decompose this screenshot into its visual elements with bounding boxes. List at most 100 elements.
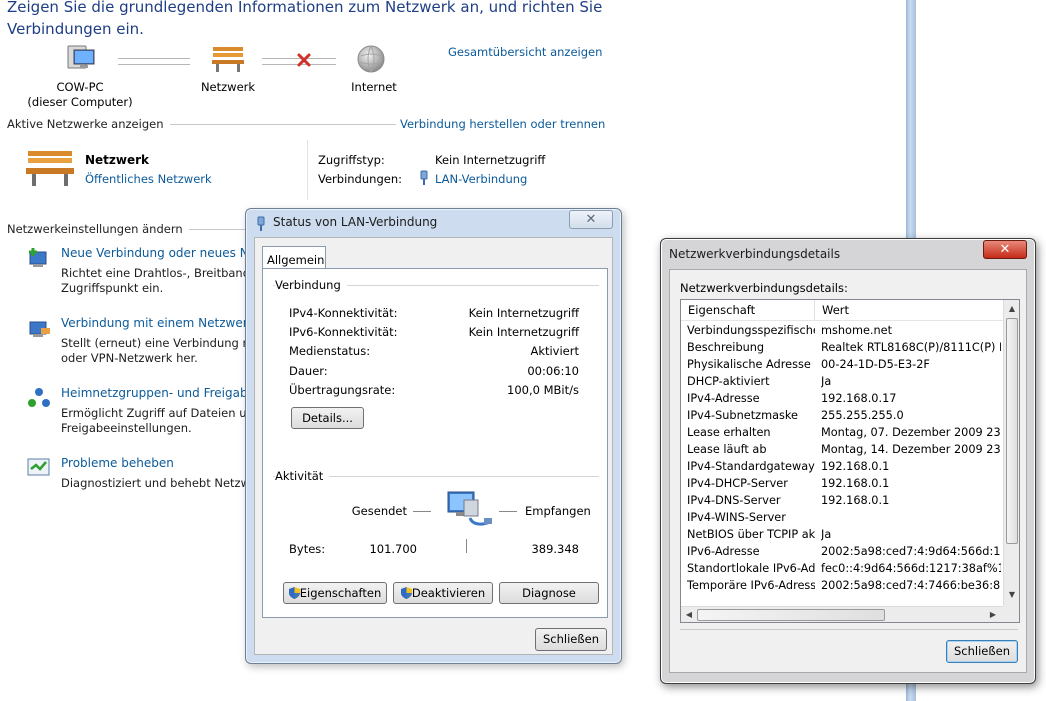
deactivate-button[interactable]: Deaktivieren: [393, 582, 493, 604]
connection-group-label: Verbindung: [275, 278, 347, 292]
table-row[interactable]: IPv4-DHCP-Server 192.168.0.1: [681, 477, 1003, 494]
table-row[interactable]: Standortlokale IPv6-Adr... fec0::4:9d64:5…: [681, 562, 1003, 579]
property-cell: IPv4-WINS-Server: [687, 511, 786, 524]
property-cell: NetBIOS über TCPIP ak...: [687, 528, 815, 541]
property-cell: Lease läuft ab: [687, 443, 767, 456]
properties-button-label: Eigenschaften: [299, 586, 382, 600]
tab-panel: Verbindung IPv4-Konnektivität: Kein Inte…: [262, 268, 608, 618]
table-row[interactable]: IPv4-Adresse 192.168.0.17: [681, 392, 1003, 409]
media-status-value: Aktiviert: [530, 344, 579, 358]
table-row[interactable]: IPv4-Subnetzmaske 255.255.255.0: [681, 409, 1003, 426]
value-cell: mshome.net: [821, 324, 893, 337]
lan-plug-icon: [419, 170, 429, 186]
sent-label: Gesendet: [351, 504, 407, 518]
column-property[interactable]: Eigenschaft: [688, 303, 755, 317]
table-row[interactable]: IPv4-DNS-Server 192.168.0.1: [681, 494, 1003, 511]
property-cell: Physikalische Adresse: [687, 358, 811, 371]
diagnose-button[interactable]: Diagnose: [499, 582, 599, 604]
details-title: Netzwerkverbindungsdetails: [669, 247, 841, 261]
globe-icon: [356, 44, 386, 74]
access-type-value: Kein Internetzugriff: [435, 153, 546, 167]
computer-note: (dieser Computer): [27, 95, 133, 109]
received-line: [499, 511, 517, 512]
scroll-right-arrow-icon[interactable]: ▶: [987, 610, 999, 619]
lan-status-title-icon: [255, 216, 267, 232]
property-cell: IPv4-Standardgateway: [687, 460, 815, 473]
sent-line: [413, 511, 431, 512]
active-networks-label: Aktive Netzwerke anzeigen: [7, 117, 170, 131]
table-row[interactable]: Physikalische Adresse 00-24-1D-D5-E3-2F: [681, 358, 1003, 375]
property-cell: IPv6-Adresse: [687, 545, 760, 558]
table-row[interactable]: DHCP-aktiviert Ja: [681, 375, 1003, 392]
property-cell: Lease erhalten: [687, 426, 771, 439]
lan-connection-link[interactable]: LAN-Verbindung: [435, 172, 527, 186]
vertical-scroll-thumb[interactable]: [1006, 318, 1018, 544]
header-divider: [814, 300, 815, 320]
task-troubleshoot-link[interactable]: Probleme beheben: [61, 456, 174, 470]
properties-button[interactable]: Eigenschaften: [283, 582, 387, 604]
task-connect-network-desc-2: oder VPN-Netzwerk her.: [61, 351, 198, 365]
bytes-divider: [466, 539, 467, 553]
property-cell: Beschreibung: [687, 341, 765, 354]
lan-status-client: Allgemein Verbindung IPv4-Konnektivität:…: [254, 237, 613, 655]
table-row[interactable]: Beschreibung Realtek RTL8168C(P)/8111C(P)…: [681, 341, 1003, 358]
access-type-label: Zugriffstyp:: [318, 153, 385, 167]
table-row[interactable]: IPv4-Standardgateway 192.168.0.1: [681, 460, 1003, 477]
table-row[interactable]: Lease läuft ab Montag, 14. Dezember 2009 …: [681, 443, 1003, 460]
property-cell: Verbindungsspezifisches...: [687, 324, 815, 337]
table-row[interactable]: Temporäre IPv6-Adresse 2002:5a98:ced7:4:7…: [681, 579, 1003, 596]
horizontal-scrollbar[interactable]: ◀ ▶: [681, 606, 1003, 622]
details-close-button[interactable]: Schließen: [946, 640, 1018, 663]
task-new-connection-desc: Richtet eine Drahtlos-, Breitband-, W: [61, 266, 273, 280]
table-row[interactable]: Verbindungsspezifisches... mshome.net: [681, 324, 1003, 341]
table-row[interactable]: Lease erhalten Montag, 07. Dezember 2009 …: [681, 426, 1003, 443]
tab-general[interactable]: Allgemein: [262, 246, 326, 269]
value-cell: 192.168.0.17: [821, 392, 897, 405]
troubleshoot-icon: [27, 457, 51, 479]
scroll-left-arrow-icon[interactable]: ◀: [683, 610, 695, 619]
value-cell: Ja: [821, 375, 832, 388]
column-value[interactable]: Wert: [822, 303, 849, 317]
map-link-line: [118, 58, 190, 65]
value-cell: fec0::4:9d64:566d:1217:38af%1: [821, 562, 1001, 575]
scrollbar-corner: [1003, 606, 1019, 622]
details-rows: Verbindungsspezifisches... mshome.net Bes…: [681, 324, 1003, 606]
network-bench-icon[interactable]: [24, 148, 76, 188]
network-type-link[interactable]: Öffentliches Netzwerk: [85, 172, 212, 186]
task-homegroup-desc: Ermöglicht Zugriff auf Dateien und D: [61, 406, 274, 420]
scroll-up-arrow-icon[interactable]: ▲: [1004, 304, 1019, 313]
value-cell: Realtek RTL8168C(P)/8111C(P) Fami: [821, 341, 1001, 354]
value-cell: 255.255.255.0: [821, 409, 904, 422]
task-new-connection-desc-2: Zugriffspunkt ein.: [61, 281, 164, 295]
view-full-map-link[interactable]: Gesamtübersicht anzeigen: [448, 45, 602, 59]
value-cell: 00-24-1D-D5-E3-2F: [821, 358, 930, 371]
horizontal-scroll-thumb[interactable]: [697, 609, 885, 621]
connect-disconnect-link[interactable]: Verbindung herstellen oder trennen: [396, 117, 606, 131]
bytes-sent-value: 101.700: [369, 542, 417, 556]
scroll-down-arrow-icon[interactable]: ▼: [1004, 590, 1019, 599]
lan-status-close-icon[interactable]: ✕: [569, 210, 613, 229]
table-row[interactable]: NetBIOS über TCPIP ak... Ja: [681, 528, 1003, 545]
shield-icon: [400, 585, 412, 599]
table-row[interactable]: IPv6-Adresse 2002:5a98:ced7:4:9d64:566d:1…: [681, 545, 1003, 562]
lan-status-dialog: Status von LAN-Verbindung ✕ Allgemein Ve…: [245, 208, 622, 664]
property-cell: IPv4-Adresse: [687, 392, 760, 405]
bench-icon: [211, 45, 245, 73]
ipv4-connectivity-value: Kein Internetzugriff: [468, 306, 579, 320]
table-row[interactable]: IPv4-WINS-Server: [681, 511, 1003, 528]
vertical-scrollbar[interactable]: ▲ ▼: [1003, 300, 1019, 606]
value-cell: 192.168.0.1: [821, 477, 890, 490]
shield-icon: [288, 585, 300, 599]
status-close-button[interactable]: Schließen: [535, 628, 607, 651]
property-cell: IPv4-Subnetzmaske: [687, 409, 798, 422]
details-close-icon[interactable]: ✕: [983, 240, 1027, 259]
network-name: Netzwerk: [85, 153, 150, 167]
value-cell: 2002:5a98:ced7:4:9d64:566d:1217:38: [821, 545, 1001, 558]
task-troubleshoot-desc: Diagnostiziert und behebt Netzwerk: [61, 476, 269, 490]
connection-details-dialog: Netzwerkverbindungsdetails ✕ Netzwerkver…: [660, 238, 1036, 684]
task-homegroup-link[interactable]: Heimnetzgruppen- und Freigabeop: [61, 386, 270, 400]
task-homegroup-desc-2: Freigabeeinstellungen.: [61, 421, 192, 435]
value-cell: 192.168.0.1: [821, 494, 890, 507]
ipv4-connectivity-label: IPv4-Konnektivität:: [289, 306, 398, 320]
details-button[interactable]: Details...: [291, 407, 364, 429]
